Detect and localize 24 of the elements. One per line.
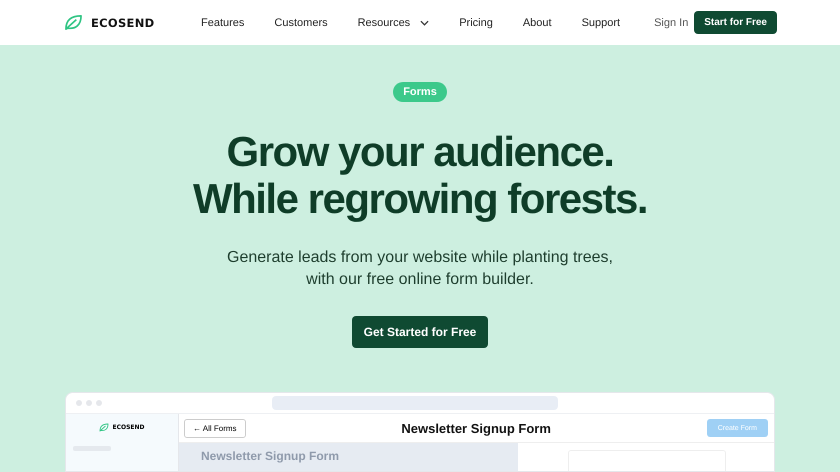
nav-link[interactable]: Customers	[274, 16, 328, 28]
nav-link[interactable]: Features	[201, 16, 244, 28]
start-for-free-button[interactable]: Start for Free	[694, 11, 777, 34]
get-started-button[interactable]: Get Started for Free	[352, 316, 488, 348]
nav-link[interactable]: About	[522, 16, 552, 28]
forms-badge: Forms	[393, 82, 447, 102]
nav-link[interactable]: Resources	[358, 16, 430, 28]
window-dot	[86, 400, 92, 406]
subtitle: with our free online form builder.	[306, 270, 534, 290]
brand-name[interactable]: ECOSEND	[91, 16, 154, 30]
form-title: Newsletter Signup Form	[401, 420, 551, 436]
headline: While regrowing forests.	[192, 175, 648, 222]
window-dot	[76, 400, 82, 406]
leaf-logo-icon	[99, 423, 110, 432]
subtitle: Generate leads from your website while planting trees,	[227, 248, 613, 268]
nav-link[interactable]: Support	[582, 16, 620, 28]
chevron-down-icon	[420, 20, 430, 26]
sign-in-link[interactable]: Sign In	[654, 16, 688, 28]
leaf-logo-icon	[64, 14, 83, 31]
window-dot	[96, 400, 102, 406]
form-name-heading: Newsletter Signup Form	[201, 449, 340, 463]
nav-link[interactable]: Pricing	[459, 16, 493, 28]
headline: Grow your audience.	[226, 128, 614, 175]
all-forms-button[interactable]: ← All Forms	[184, 418, 246, 438]
